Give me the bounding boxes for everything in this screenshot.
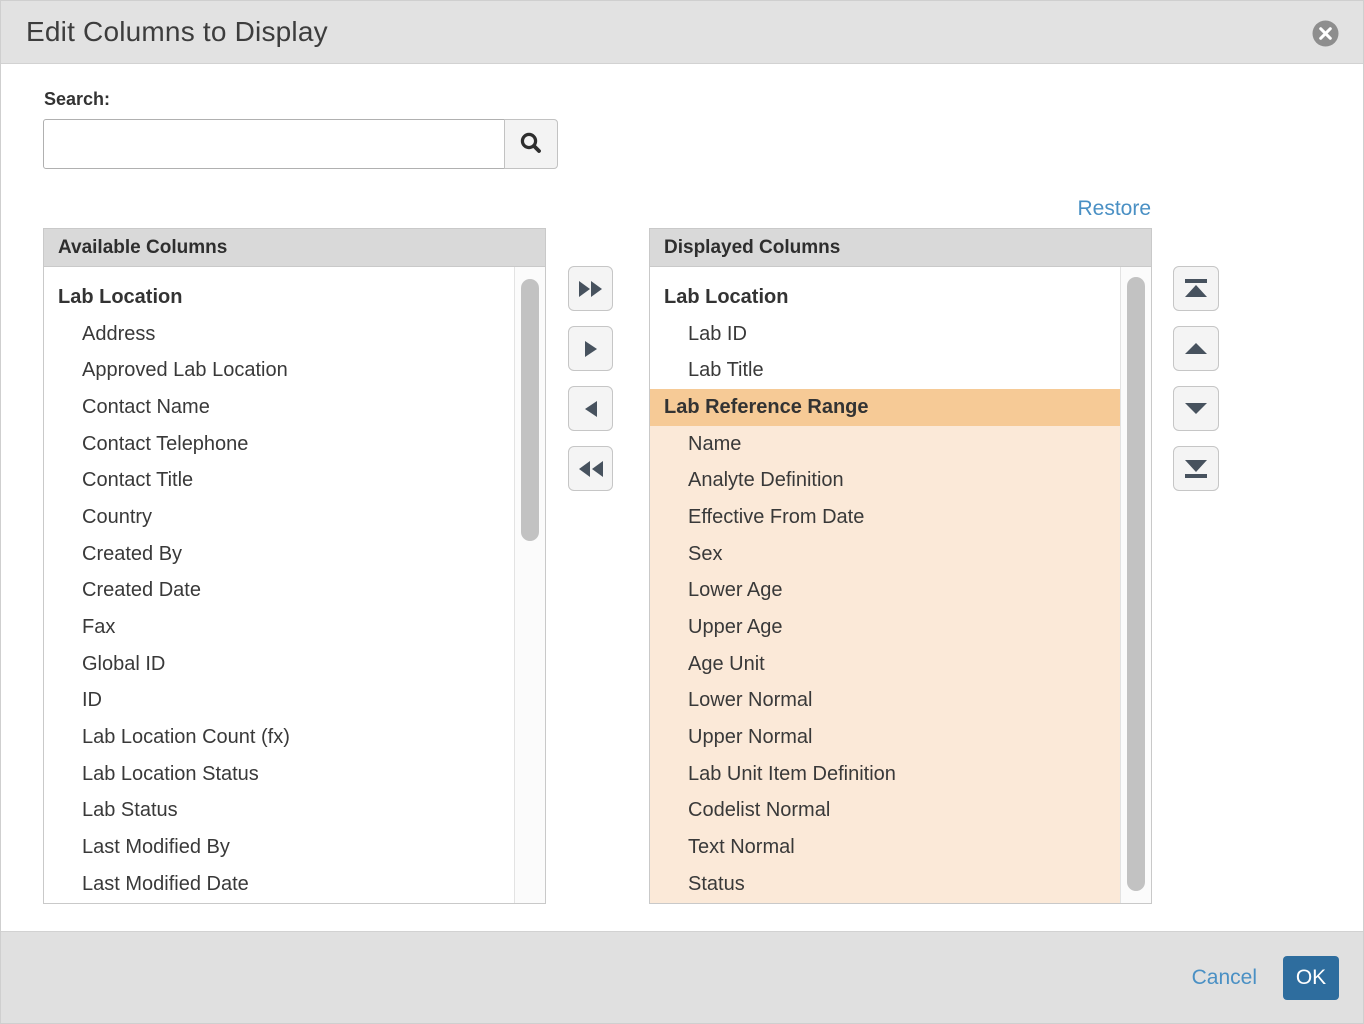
available-columns-panel: Available Columns Lab LocationAddressApp… xyxy=(43,228,546,904)
restore-link[interactable]: Restore xyxy=(1077,197,1151,221)
move-all-right-icon xyxy=(578,280,604,298)
column-item-row[interactable]: Sex xyxy=(650,536,1120,573)
search-button[interactable] xyxy=(504,119,558,169)
move-to-bottom-button[interactable] xyxy=(1173,446,1219,491)
column-item-row[interactable]: Address xyxy=(44,316,514,353)
column-item-row[interactable]: Codelist Normal xyxy=(650,793,1120,830)
column-item-row[interactable]: Lower Normal xyxy=(650,683,1120,720)
column-item-row[interactable]: Lab Status xyxy=(44,793,514,830)
move-left-button[interactable] xyxy=(568,386,613,431)
move-left-icon xyxy=(584,400,598,418)
displayed-scrollbar-thumb[interactable] xyxy=(1127,277,1145,891)
dialog-title: Edit Columns to Display xyxy=(26,16,328,48)
column-item-row[interactable]: Lower Age xyxy=(650,573,1120,610)
column-item-row[interactable]: Effective From Date xyxy=(650,499,1120,536)
displayed-columns-list: Lab LocationLab IDLab TitleLab Reference… xyxy=(650,267,1120,903)
move-down-button[interactable] xyxy=(1173,386,1219,431)
close-button[interactable] xyxy=(1312,20,1339,47)
column-group-row[interactable]: Lab Reference Range xyxy=(650,389,1120,426)
column-item-row[interactable]: Contact Title xyxy=(44,462,514,499)
column-item-row[interactable]: Contact Name xyxy=(44,389,514,426)
column-item-row[interactable]: Analyte Definition xyxy=(650,462,1120,499)
column-item-row[interactable]: Name xyxy=(650,426,1120,463)
displayed-scrollbar-track[interactable] xyxy=(1120,267,1151,903)
move-up-icon xyxy=(1184,342,1208,355)
column-item-row[interactable]: Country xyxy=(44,499,514,536)
search-icon xyxy=(518,131,544,157)
column-item-row[interactable]: Last Modified By xyxy=(44,829,514,866)
search-label: Search: xyxy=(44,89,110,110)
available-scrollbar-track[interactable] xyxy=(514,267,545,903)
move-to-top-button[interactable] xyxy=(1173,266,1219,311)
column-item-row[interactable]: Lab ID xyxy=(650,316,1120,353)
column-item-row[interactable]: ID xyxy=(44,683,514,720)
displayed-columns-header: Displayed Columns xyxy=(650,229,1151,267)
search-input[interactable] xyxy=(43,119,505,169)
column-item-row[interactable]: Text Normal xyxy=(650,829,1120,866)
edit-columns-dialog: Edit Columns to Display Search: Restore … xyxy=(0,0,1364,1024)
displayed-columns-panel: Displayed Columns Lab LocationLab IDLab … xyxy=(649,228,1152,904)
column-item-row[interactable]: Lab Unit Item Definition xyxy=(650,756,1120,793)
column-item-row[interactable]: Age Unit xyxy=(650,646,1120,683)
close-icon xyxy=(1312,20,1339,47)
available-scrollbar-thumb[interactable] xyxy=(521,279,539,541)
column-item-row[interactable]: Last Modified Date xyxy=(44,866,514,903)
move-all-right-button[interactable] xyxy=(568,266,613,311)
column-item-row[interactable]: Lab Location Count (fx) xyxy=(44,719,514,756)
column-group-row[interactable]: Lab Location xyxy=(44,279,514,316)
available-columns-list: Lab LocationAddressApproved Lab Location… xyxy=(44,267,514,903)
column-item-row[interactable]: Upper Normal xyxy=(650,719,1120,756)
available-columns-header: Available Columns xyxy=(44,229,545,267)
column-item-row[interactable]: Upper Age xyxy=(650,609,1120,646)
move-right-button[interactable] xyxy=(568,326,613,371)
column-item-row[interactable]: Contact Telephone xyxy=(44,426,514,463)
column-item-row[interactable]: Lab Location Status xyxy=(44,756,514,793)
column-item-row[interactable]: Fax xyxy=(44,609,514,646)
move-right-icon xyxy=(584,340,598,358)
column-item-row[interactable]: Lab Title xyxy=(650,352,1120,389)
column-group-row[interactable]: Lab Location xyxy=(650,279,1120,316)
move-all-left-button[interactable] xyxy=(568,446,613,491)
dialog-footer: Cancel OK xyxy=(1,931,1363,1023)
move-up-button[interactable] xyxy=(1173,326,1219,371)
column-item-row[interactable]: Approved Lab Location xyxy=(44,352,514,389)
column-item-row[interactable]: Global ID xyxy=(44,646,514,683)
dialog-titlebar: Edit Columns to Display xyxy=(1,1,1363,64)
move-down-icon xyxy=(1184,402,1208,415)
column-item-row[interactable]: Status xyxy=(650,866,1120,903)
move-all-left-icon xyxy=(578,460,604,478)
column-item-row[interactable]: Created By xyxy=(44,536,514,573)
column-item-row[interactable]: Created Date xyxy=(44,573,514,610)
ok-button[interactable]: OK xyxy=(1283,956,1339,1000)
move-to-bottom-icon xyxy=(1184,459,1208,478)
move-to-top-icon xyxy=(1184,279,1208,298)
cancel-button[interactable]: Cancel xyxy=(1192,966,1257,990)
